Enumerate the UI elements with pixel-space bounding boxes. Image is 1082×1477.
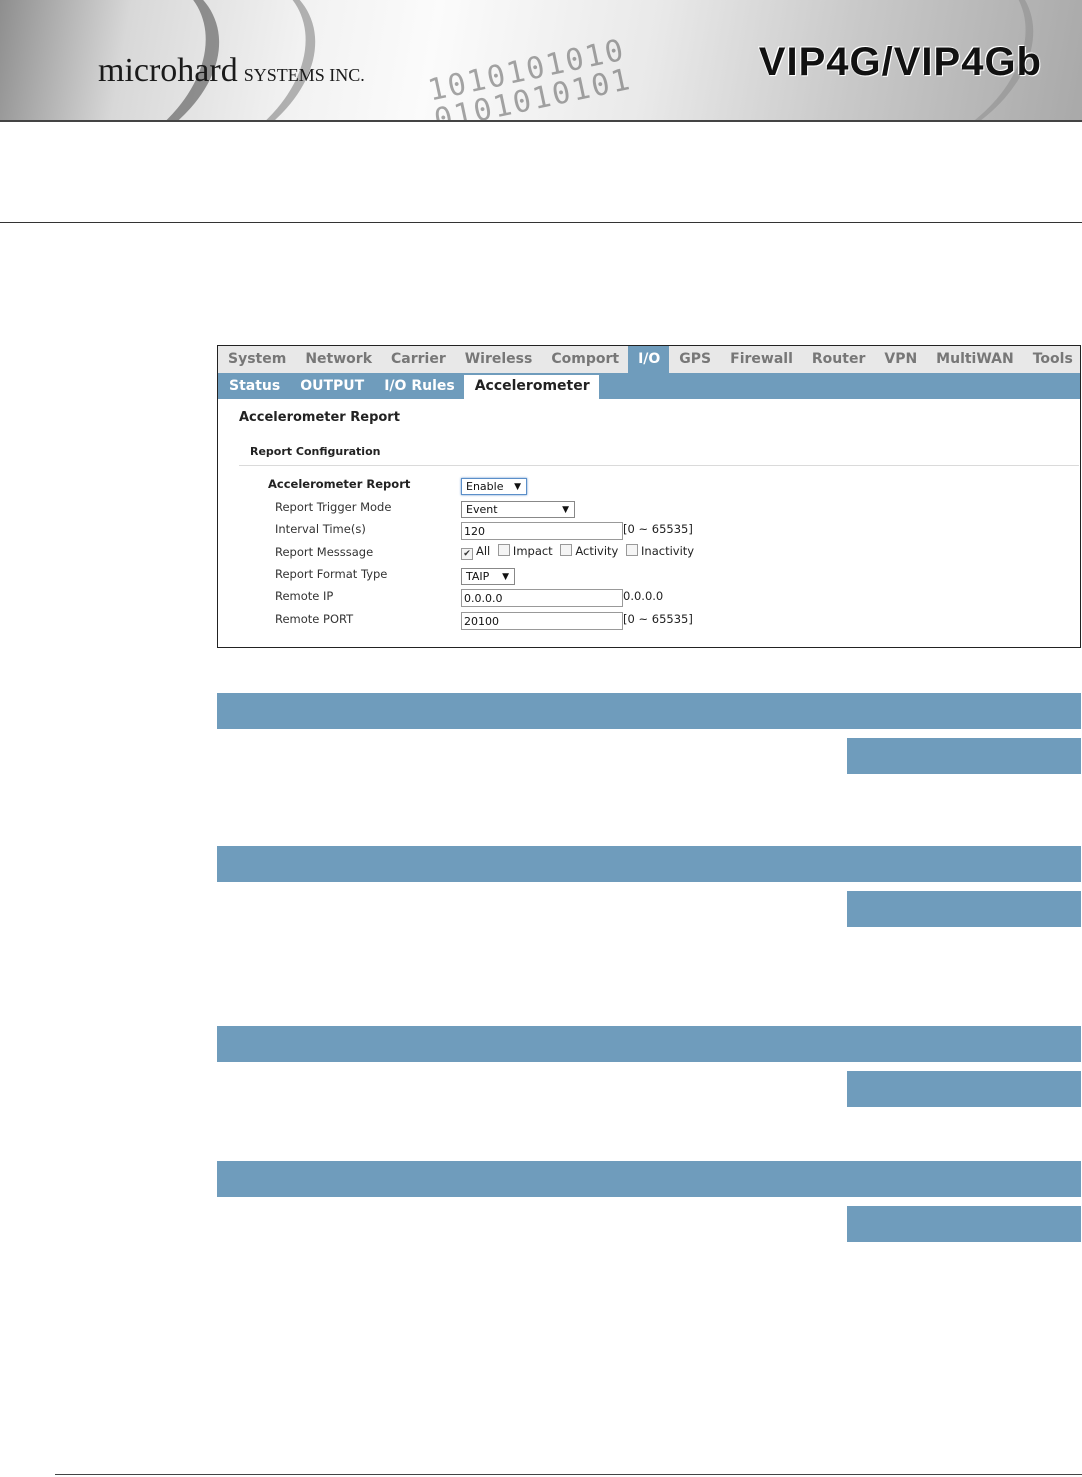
tab-carrier[interactable]: Carrier: [381, 346, 455, 373]
header-banner: 1010101010 0101010101 microhard SYSTEMS I…: [0, 0, 1082, 122]
tab-multiwan[interactable]: MultiWAN: [926, 346, 1023, 373]
section-divider: [239, 465, 1079, 466]
remote-ip-input[interactable]: 0.0.0.0: [461, 589, 623, 607]
brand-name: microhard: [98, 52, 238, 89]
trigger-mode-label: Report Trigger Mode: [275, 500, 392, 514]
format-type-label: Report Format Type: [275, 567, 388, 581]
chevron-down-icon: ▼: [562, 505, 569, 515]
subtab-accelerometer[interactable]: Accelerometer: [463, 375, 599, 399]
tab-firewall[interactable]: Firewall: [720, 346, 802, 373]
table-value-bar: [847, 891, 1081, 927]
checkbox-inactivity-label: Inactivity: [641, 544, 695, 558]
checkbox-activity-label: Activity: [575, 544, 619, 558]
section-title: Report Configuration: [250, 445, 381, 458]
tab-comport[interactable]: Comport: [541, 346, 628, 373]
trigger-mode-select[interactable]: Event ▼: [461, 501, 575, 518]
remote-ip-hint: 0.0.0.0: [623, 589, 664, 603]
row-interval: Interval Time(s) 120 [0 ~ 65535]: [218, 520, 1080, 540]
remote-port-label: Remote PORT: [275, 612, 354, 626]
table-header-bar: [217, 693, 1081, 729]
tab-vpn[interactable]: VPN: [874, 346, 926, 373]
row-format-type: Report Format Type TAIP ▼: [218, 565, 1080, 585]
table-value-bar: [847, 738, 1081, 774]
tab-system[interactable]: System: [218, 346, 295, 373]
report-message-label: Report Messsage: [275, 545, 374, 559]
table-header-bar: [217, 1026, 1081, 1062]
tab-gps[interactable]: GPS: [669, 346, 720, 373]
table-header-bar: [217, 846, 1081, 882]
subtab-io-rules[interactable]: I/O Rules: [373, 373, 463, 399]
row-remote-ip: Remote IP 0.0.0.0 0.0.0.0: [218, 587, 1080, 607]
footer-divider: [55, 1474, 1082, 1475]
tab-router[interactable]: Router: [802, 346, 874, 373]
tab-tools[interactable]: Tools: [1023, 346, 1082, 373]
remote-ip-label: Remote IP: [275, 589, 334, 603]
tab-wireless[interactable]: Wireless: [455, 346, 542, 373]
binary-graphic: 1010101010 0101010101: [424, 32, 635, 122]
chevron-down-icon: ▼: [502, 572, 509, 582]
sub-nav: Status OUTPUT I/O Rules Accelerometer: [218, 373, 1080, 399]
interval-input[interactable]: 120: [461, 522, 623, 540]
row-accelerometer-report: Accelerometer Report Enable ▼: [218, 475, 1080, 495]
checkbox-impact[interactable]: [497, 544, 510, 556]
checkbox-activity[interactable]: [560, 544, 573, 556]
remote-port-hint: [0 ~ 65535]: [623, 612, 693, 626]
checkbox-all[interactable]: ✔: [461, 548, 473, 560]
product-title: VIP4G/VIP4Gb: [758, 40, 1042, 84]
subtab-output[interactable]: OUTPUT: [289, 373, 373, 399]
interval-range-hint: [0 ~ 65535]: [623, 522, 693, 536]
remote-port-input[interactable]: 20100: [461, 612, 623, 630]
checkbox-inactivity[interactable]: [626, 544, 639, 556]
web-ui-screenshot: System Network Carrier Wireless Comport …: [217, 345, 1081, 648]
row-trigger-mode: Report Trigger Mode Event ▼: [218, 498, 1080, 518]
top-nav: System Network Carrier Wireless Comport …: [218, 346, 1080, 373]
company-logo: microhard SYSTEMS INC.: [98, 52, 365, 90]
accelerometer-report-label: Accelerometer Report: [268, 477, 411, 491]
tab-io[interactable]: I/O: [628, 346, 670, 373]
page-title: Accelerometer Report: [239, 410, 400, 425]
table-header-bar: [217, 1161, 1081, 1197]
row-report-message: Report Messsage ✔ All Impact Activity Ina…: [218, 543, 1080, 563]
table-value-bar: [847, 1206, 1081, 1242]
chevron-down-icon: ▼: [514, 482, 521, 492]
interval-label: Interval Time(s): [275, 522, 366, 536]
row-remote-port: Remote PORT 20100 [0 ~ 65535]: [218, 610, 1080, 630]
brand-subtitle: SYSTEMS INC.: [243, 65, 365, 85]
tab-network[interactable]: Network: [295, 346, 381, 373]
checkbox-all-label: All: [476, 544, 491, 558]
checkbox-impact-label: Impact: [512, 544, 553, 558]
format-type-select[interactable]: TAIP ▼: [461, 568, 515, 585]
header-divider: [0, 222, 1082, 223]
table-value-bar: [847, 1071, 1081, 1107]
subtab-status[interactable]: Status: [218, 373, 289, 399]
accelerometer-report-select[interactable]: Enable ▼: [461, 478, 527, 495]
